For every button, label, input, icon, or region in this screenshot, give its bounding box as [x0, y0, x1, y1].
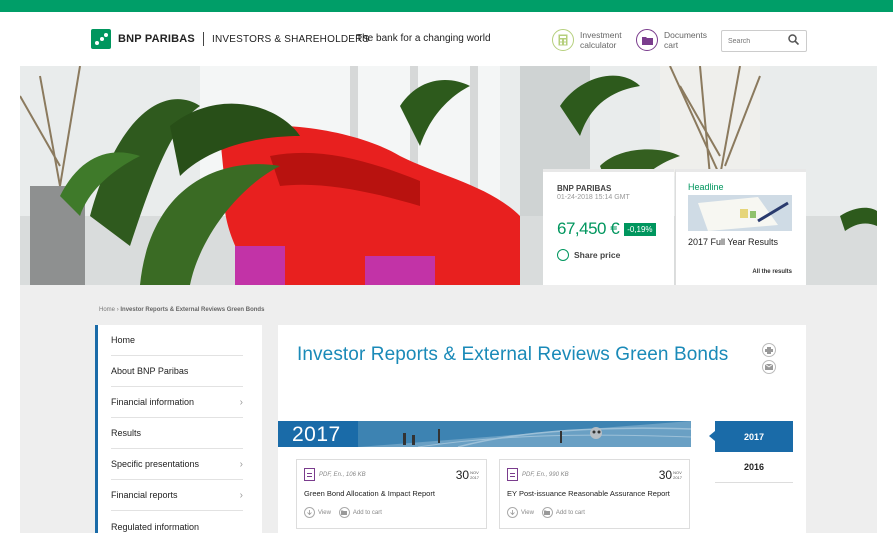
page-tools [762, 343, 784, 377]
sidebar-item-about[interactable]: About BNP Paribas [111, 356, 243, 387]
document-meta-text: PDF, En., 990 KB [522, 471, 569, 478]
year-banner-label: 2017 [292, 423, 341, 446]
brand-logo[interactable]: BNP PARIBAS INVESTORS & SHAREHOLDERS [91, 29, 369, 49]
sidebar-item-specific-presentations[interactable]: Specific presentations › [111, 449, 243, 480]
breadcrumb-current: Investor Reports & External Reviews Gree… [120, 307, 265, 313]
folder-icon [541, 507, 553, 518]
page-title: Investor Reports & External Reviews Gree… [297, 344, 729, 365]
view-label: View [521, 509, 534, 516]
share-price-value: 67,450 € [557, 219, 620, 238]
document-day: 30 [658, 468, 673, 482]
investment-calculator-button[interactable]: Investment calculator [552, 29, 630, 51]
document-date: 30 NOV 2017 [456, 468, 479, 482]
tagline: The bank for a changing world [356, 33, 491, 44]
calculator-icon [552, 29, 574, 51]
sidebar-item-home[interactable]: Home [111, 325, 243, 356]
top-accent-bar [0, 0, 893, 12]
year-banner: 2017 [278, 421, 691, 447]
document-card: PDF, En., 106 KB 30 NOV 2017 Green Bond … [296, 459, 487, 529]
site-header: BNP PARIBAS INVESTORS & SHAREHOLDERS The… [0, 12, 893, 66]
chevron-right-icon: › [239, 396, 243, 408]
stars-logo-icon [91, 29, 111, 49]
document-title[interactable]: Green Bond Allocation & Impact Report [304, 489, 435, 498]
document-year: 2017 [673, 475, 682, 480]
document-day: 30 [455, 468, 470, 482]
print-icon[interactable] [762, 343, 776, 357]
sidebar-item-label: Regulated information [111, 521, 200, 532]
sidebar-item-financial-information[interactable]: Financial information › [111, 387, 243, 418]
share-change-badge: -0,19% [624, 222, 656, 236]
sidebar-item-financial-reports[interactable]: Financial reports › [111, 480, 243, 511]
sidebar-item-results[interactable]: Results [111, 418, 243, 449]
download-icon [507, 507, 518, 518]
breadcrumb: Home › Investor Reports & External Revie… [99, 307, 264, 313]
brand-name: BNP PARIBAS [118, 33, 195, 45]
folder-icon [338, 507, 350, 518]
chevron-right-icon: › [239, 489, 243, 501]
pdf-icon [304, 468, 315, 481]
sidebar-nav: Home About BNP Paribas Financial informa… [95, 325, 262, 533]
share-price-link-label: Share price [574, 250, 621, 260]
email-icon[interactable] [762, 360, 776, 374]
add-to-cart-label: Add to cart [352, 509, 382, 516]
breadcrumb-home[interactable]: Home [99, 307, 115, 313]
view-button[interactable]: View [304, 507, 331, 518]
share-company: BNP PARIBAS [557, 184, 612, 193]
sidebar-item-label: Home [111, 335, 136, 345]
year-tab-2016[interactable]: 2016 [715, 452, 793, 483]
sidebar-item-label: Financial information [111, 397, 195, 407]
folder-icon [636, 29, 658, 51]
share-date: 01-24-2018 15:14 GMT [557, 194, 630, 201]
document-meta: PDF, En., 106 KB [304, 468, 366, 481]
header-divider [202, 32, 204, 46]
sidebar-item-regulated-information[interactable]: Regulated information [111, 511, 243, 533]
document-card: PDF, En., 990 KB 30 NOV 2017 EY Post-iss… [499, 459, 690, 529]
view-button[interactable]: View [507, 507, 534, 518]
document-meta: PDF, En., 990 KB [507, 468, 569, 481]
document-actions: View Add to cart [507, 507, 593, 518]
document-actions: View Add to cart [304, 507, 390, 518]
year-tabs: 2017 2016 [709, 421, 793, 483]
document-month-year: NOV 2017 [470, 470, 479, 480]
share-price-link[interactable]: Share price [557, 249, 660, 261]
document-meta-text: PDF, En., 106 KB [319, 471, 366, 478]
sidebar-item-label: About BNP Paribas [111, 366, 189, 376]
headline-image [688, 195, 792, 231]
document-photo-icon [688, 195, 792, 231]
add-to-cart-label: Add to cart [555, 509, 585, 516]
download-icon [304, 507, 315, 518]
headline-text: 2017 Full Year Results [688, 237, 779, 247]
search-box [721, 30, 807, 52]
search-input[interactable] [722, 37, 782, 45]
documents-cart-label: Documents cart [664, 30, 707, 50]
year-tab-2017[interactable]: 2017 [709, 421, 793, 452]
document-date: 30 NOV 2017 [659, 468, 682, 482]
chart-icon [557, 249, 569, 261]
investment-calculator-label: Investment calculator [580, 30, 622, 50]
share-price-card: BNP PARIBAS 01-24-2018 15:14 GMT 67,450 … [543, 169, 674, 285]
document-year: 2017 [470, 475, 479, 480]
headline-title: Headline [688, 182, 724, 192]
view-label: View [318, 509, 331, 516]
headline-card[interactable]: Headline 2017 Full Year Results All the … [675, 169, 806, 285]
sidebar-item-label: Results [111, 428, 142, 438]
pdf-icon [507, 468, 518, 481]
all-results-link[interactable]: All the results [752, 269, 792, 275]
chevron-right-icon: › [239, 458, 243, 470]
add-to-cart-button[interactable]: Add to cart [338, 507, 382, 518]
document-title[interactable]: EY Post-issuance Reasonable Assurance Re… [507, 489, 670, 498]
document-month-year: NOV 2017 [673, 470, 682, 480]
sidebar-item-label: Specific presentations [111, 459, 200, 469]
section-name: INVESTORS & SHAREHOLDERS [211, 33, 370, 45]
sidebar-item-label: Financial reports [111, 490, 178, 500]
documents-cart-button[interactable]: Documents cart [636, 29, 714, 51]
add-to-cart-button[interactable]: Add to cart [541, 507, 585, 518]
search-icon[interactable] [788, 32, 800, 50]
